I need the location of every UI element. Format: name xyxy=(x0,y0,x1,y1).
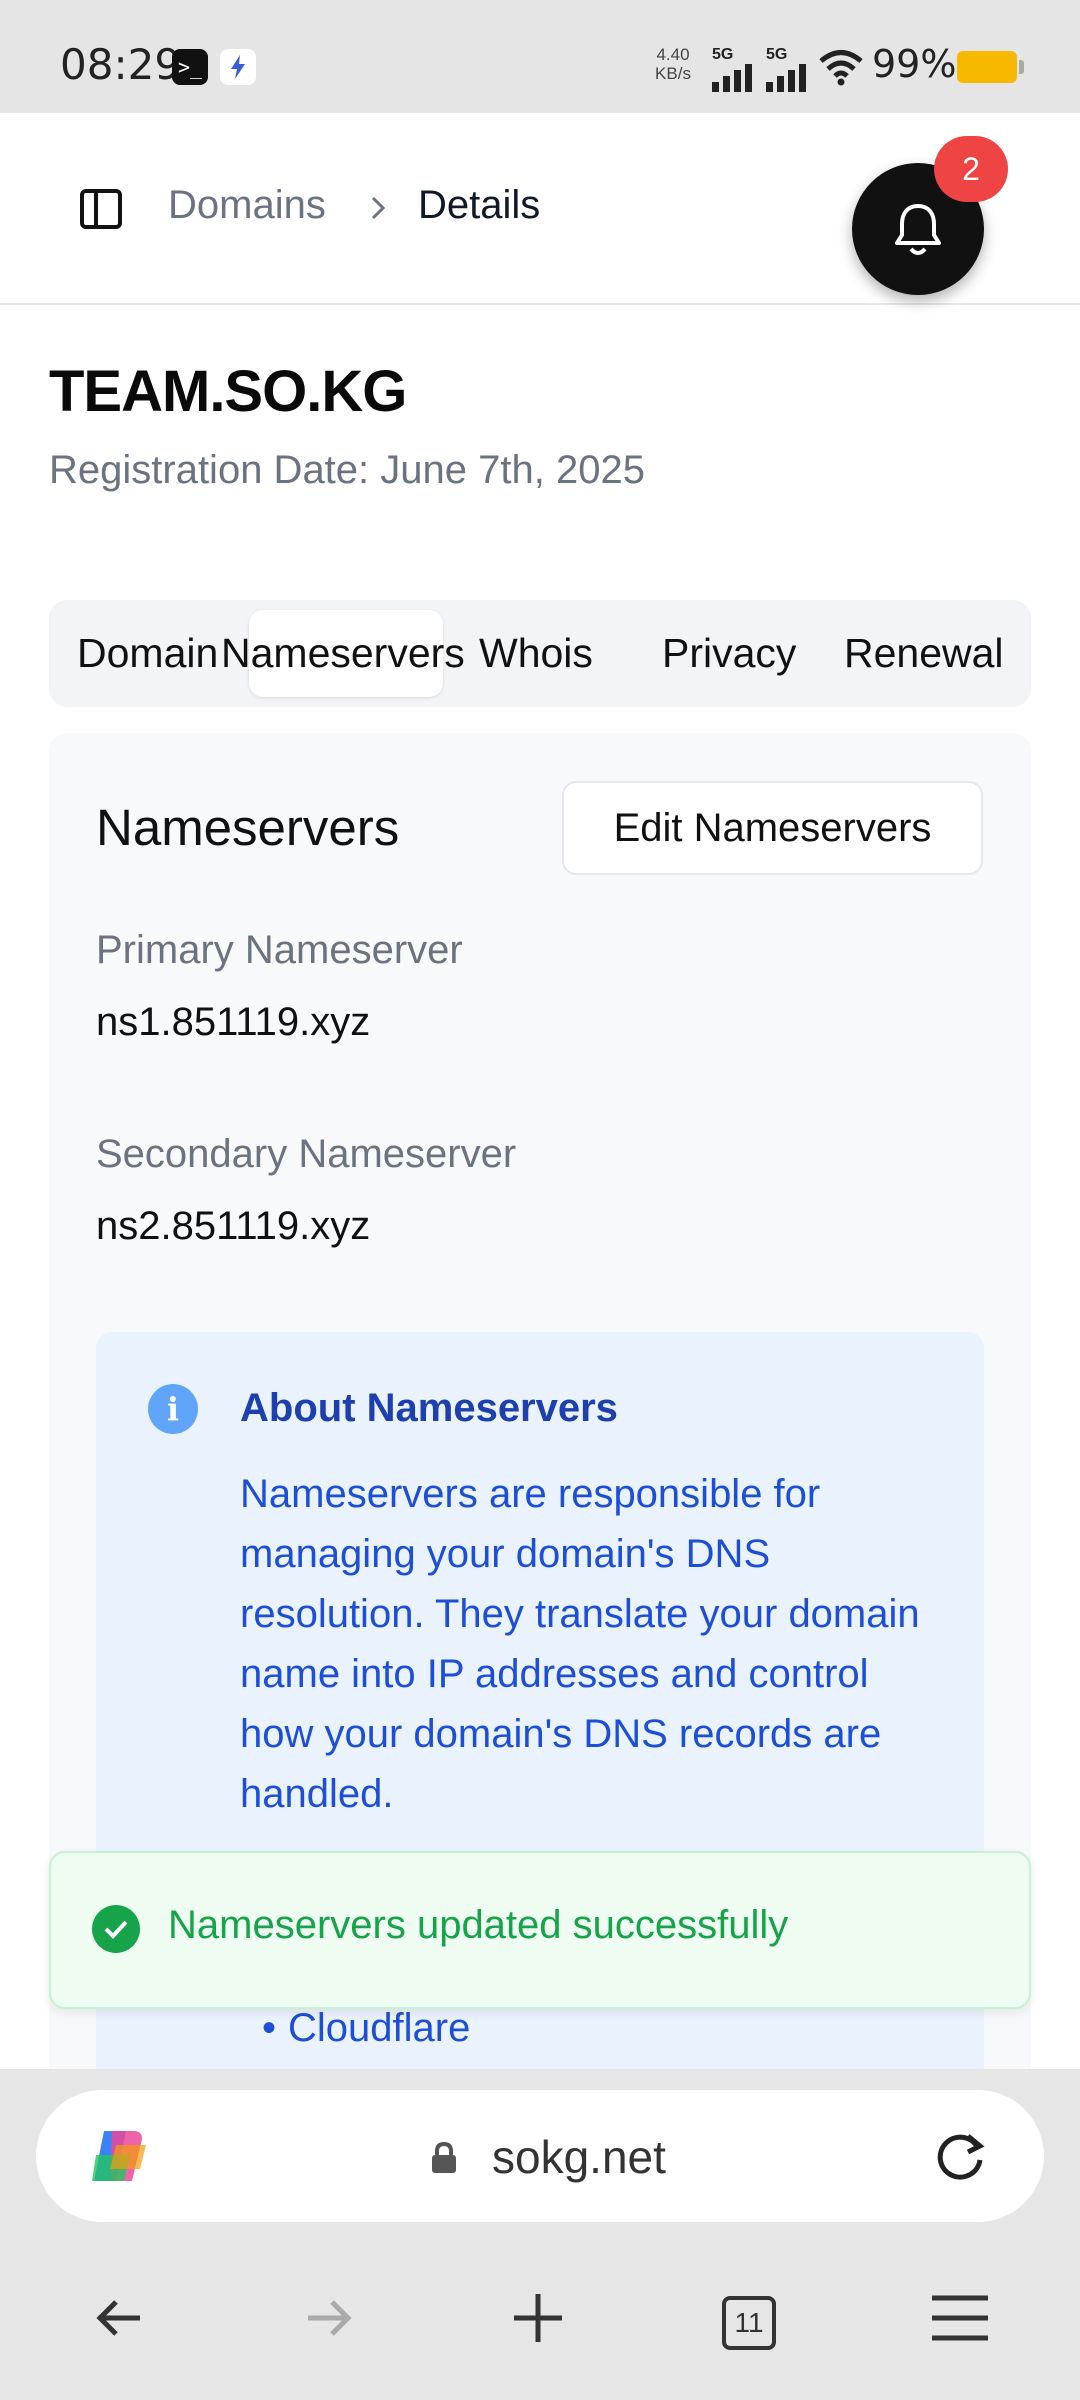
app-notification-icon xyxy=(220,49,256,85)
about-title: About Nameservers xyxy=(240,1386,618,1430)
battery-percent: 99% xyxy=(872,42,957,86)
check-circle-icon xyxy=(92,1905,140,1953)
tab-renewal[interactable]: Renewal xyxy=(844,600,1004,707)
copilot-icon[interactable] xyxy=(86,2125,152,2187)
breadcrumb-details: Details xyxy=(418,183,541,227)
network-speed: 4.40 KB/s xyxy=(655,45,691,83)
card-title: Nameservers xyxy=(96,799,400,856)
new-tab-icon[interactable] xyxy=(510,2290,566,2346)
secondary-nameserver-value: ns2.851119.xyz xyxy=(96,1204,371,1248)
tab-domain[interactable]: Domain xyxy=(77,600,218,707)
chevron-right-icon xyxy=(371,196,386,220)
reload-icon[interactable] xyxy=(930,2126,990,2186)
bell-icon xyxy=(895,204,941,255)
toast-message: Nameservers updated successfully xyxy=(168,1903,789,1947)
status-time: 08:29 xyxy=(60,40,182,89)
tab-privacy[interactable]: Privacy xyxy=(662,600,796,707)
sidebar-toggle-icon[interactable] xyxy=(80,189,122,229)
back-icon[interactable] xyxy=(92,2290,148,2346)
status-bar: 08:29 >_ 4.40 KB/s 5G 5G 99% xyxy=(0,0,1080,113)
primary-nameserver-label: Primary Nameserver xyxy=(96,928,463,972)
domain-title: TEAM.SO.KG xyxy=(49,359,407,424)
battery-icon xyxy=(957,51,1017,83)
registration-date: Registration Date: June 7th, 2025 xyxy=(49,448,645,492)
about-text: Nameservers are responsible for managing… xyxy=(240,1472,920,1816)
tab-nameservers[interactable]: Nameservers xyxy=(221,600,465,707)
edit-nameservers-button[interactable]: Edit Nameservers xyxy=(562,781,983,875)
info-icon: i xyxy=(148,1384,198,1434)
menu-icon[interactable] xyxy=(930,2290,990,2346)
tab-whois[interactable]: Whois xyxy=(479,600,593,707)
url-text[interactable]: sokg.net xyxy=(492,2130,666,2184)
wifi-icon xyxy=(819,50,863,86)
breadcrumb-domains[interactable]: Domains xyxy=(168,183,326,228)
secondary-nameserver-label: Secondary Nameserver xyxy=(96,1132,517,1176)
forward-icon[interactable] xyxy=(300,2290,356,2346)
notification-badge: 2 xyxy=(934,136,1008,202)
tabs-count-icon[interactable]: 11 xyxy=(722,2296,776,2350)
terminal-app-icon: >_ xyxy=(172,49,208,85)
primary-nameserver-value: ns1.851119.xyz xyxy=(96,1000,371,1044)
lock-icon xyxy=(432,2142,456,2173)
tab-bar: Domain Nameservers Whois Privacy Renewal xyxy=(49,600,1031,707)
